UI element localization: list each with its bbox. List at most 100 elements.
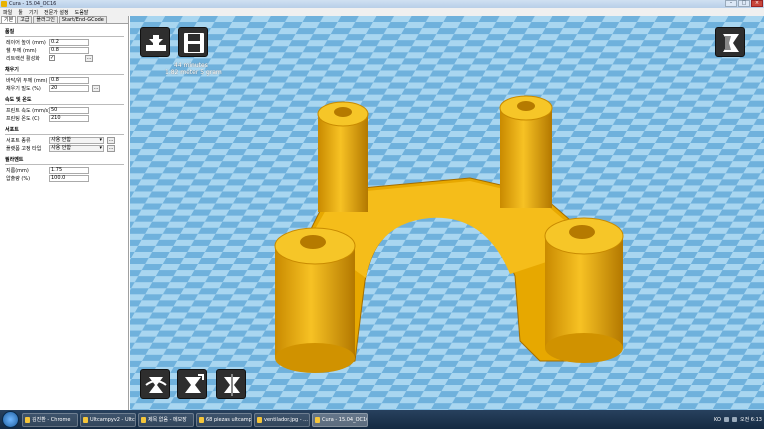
diameter-input[interactable]: 1.75 — [49, 166, 89, 174]
mirror-icon — [224, 374, 240, 396]
layer-height-label: 레이어 높이 (mm) — [6, 39, 46, 46]
window-controls: – □ × — [725, 0, 763, 7]
menu-expert[interactable]: 전문가 설정 — [44, 9, 69, 16]
support-settings-button[interactable]: ... — [107, 136, 115, 144]
adhesion-settings-button[interactable]: ... — [107, 144, 115, 152]
task-ventilador[interactable]: ventilador.jpg - ... — [254, 412, 310, 427]
fill-settings-button[interactable]: ... — [92, 84, 100, 92]
start-button[interactable] — [2, 411, 19, 428]
adhesion-row: 플랫폼 고정 타입 사용 안함 ... — [0, 144, 128, 152]
bottom-top-label: 바닥/위 두께 (mm) — [6, 77, 48, 84]
build-plate-scene — [130, 16, 764, 410]
close-button[interactable]: × — [751, 0, 763, 7]
flow-label: 압출량 (%) — [6, 175, 31, 182]
fill-density-label: 채우기 밀도 (%) — [6, 85, 41, 92]
tab-plugins[interactable]: 플러그인 — [33, 16, 58, 23]
windows-taskbar: 김진환 - Chrome Ultcampyv2 - Ultc... 제목 없음 … — [0, 410, 764, 429]
scale-icon — [185, 374, 204, 393]
section-quality-title: 품질 — [5, 29, 15, 35]
retraction-checkbox[interactable]: ✓ — [49, 55, 55, 61]
task-notepad[interactable]: 제목 없음 - 메모장 — [138, 412, 194, 427]
minimize-button[interactable]: – — [725, 0, 737, 7]
mirror-button[interactable] — [216, 369, 246, 399]
tab-advanced[interactable]: 고급 — [17, 16, 33, 23]
model-pillar-front-left-hole — [300, 235, 326, 249]
model-pillar-back-left-hole — [334, 107, 352, 117]
shell-label: 쉘 두께 (mm) — [6, 47, 37, 54]
layer-height-input[interactable]: 0.2 — [49, 38, 89, 46]
estimate-time: 44 minutes — [174, 62, 208, 69]
task-piezas[interactable]: 68 piezas ultcamp... — [196, 412, 252, 427]
model-pillar-front-left-bottom — [275, 343, 355, 373]
shell-input[interactable]: 0.8 — [49, 46, 89, 54]
section-filament-title: 필라멘트 — [5, 157, 24, 163]
section-speed-title: 속도 및 온도 — [5, 97, 32, 103]
section-support-title: 서포트 — [5, 127, 19, 133]
menu-help[interactable]: 도움말 — [75, 9, 89, 16]
fill-density-row: 채우기 밀도 (%) 20 ... — [0, 84, 128, 92]
language-indicator[interactable]: KO — [714, 417, 721, 423]
divider — [5, 104, 124, 105]
adhesion-select[interactable]: 사용 안함 — [49, 144, 104, 152]
settings-tabs: 기본 고급 플러그인 Start/End-GCode — [0, 16, 128, 24]
maximize-button[interactable]: □ — [738, 0, 750, 7]
menu-file[interactable]: 파일 — [3, 9, 12, 16]
save-gcode-button[interactable] — [178, 27, 208, 57]
network-icon[interactable] — [723, 417, 729, 422]
fill-density-input[interactable]: 20 — [49, 84, 89, 92]
system-tray: KO 오전 6:13 — [714, 410, 762, 429]
print-temp-input[interactable]: 210 — [49, 114, 89, 122]
divider — [5, 164, 124, 165]
task-cura[interactable]: Cura - 15.04_OC16 — [312, 412, 368, 427]
bottom-top-input[interactable]: 0.8 — [49, 76, 89, 84]
diameter-label: 지름(mm) — [6, 167, 29, 174]
clock[interactable]: 오전 6:13 — [740, 416, 762, 423]
support-type-row: 서포트 종류 사용 안함 ... — [0, 136, 128, 144]
print-temp-row: 프린팅 온도 (C) 210 — [0, 114, 128, 122]
adhesion-label: 플랫폼 고정 타입 — [6, 145, 42, 152]
save-icon — [184, 33, 204, 53]
flow-input[interactable]: 100.0 — [49, 174, 89, 182]
print-speed-row: 프린트 속도 (mm/s) 50 — [0, 106, 128, 114]
volume-icon[interactable] — [731, 417, 737, 422]
menu-bar: 파일 툴 기기 전문가 설정 도움말 — [0, 8, 764, 16]
print-estimate: 44 minutes 1.82 meter 5 gram — [165, 62, 222, 76]
3d-viewport[interactable]: 44 minutes 1.82 meter 5 gram — [130, 16, 764, 410]
bottom-top-row: 바닥/위 두께 (mm) 0.8 — [0, 76, 128, 84]
window-title: Cura - 15.04_OC16 — [9, 1, 57, 7]
task-ultcamp[interactable]: Ultcampyv2 - Ultc... — [80, 412, 136, 427]
rotate-button[interactable] — [140, 369, 170, 399]
tab-gcode[interactable]: Start/End-GCode — [58, 16, 107, 23]
scale-button[interactable] — [177, 369, 207, 399]
view-mode-icon — [723, 34, 739, 52]
retraction-label: 리트랙션 활성화 — [6, 55, 40, 62]
support-type-select[interactable]: 사용 안함 — [49, 136, 104, 144]
model-pillar-back-right-hole — [517, 101, 535, 111]
view-mode-button[interactable] — [715, 27, 745, 57]
diameter-row: 지름(mm) 1.75 — [0, 166, 128, 174]
model-pillar-back-left — [318, 114, 368, 212]
support-type-label: 서포트 종류 — [6, 137, 31, 144]
flow-row: 압출량 (%) 100.0 — [0, 174, 128, 182]
print-temp-label: 프린팅 온도 (C) — [6, 115, 40, 122]
model-pillar-front-right-hole — [569, 225, 595, 239]
divider — [5, 36, 124, 37]
print-speed-input[interactable]: 50 — [49, 106, 89, 114]
model-pillar-front-right-bottom — [545, 333, 623, 363]
menu-machine[interactable]: 기기 — [29, 9, 38, 16]
load-icon — [146, 35, 166, 51]
menu-tools[interactable]: 툴 — [18, 9, 23, 16]
load-model-button[interactable] — [140, 27, 170, 57]
divider — [5, 74, 124, 75]
task-chrome[interactable]: 김진환 - Chrome — [22, 412, 78, 427]
estimate-material: 1.82 meter 5 gram — [165, 69, 222, 76]
model-pillar-back-right — [500, 108, 552, 208]
divider — [5, 134, 124, 135]
print-speed-label: 프린트 속도 (mm/s) — [6, 107, 49, 114]
cura-app-icon — [1, 1, 7, 7]
tab-basic[interactable]: 기본 — [1, 16, 17, 23]
rotate-icon — [145, 377, 167, 393]
section-fill-title: 채우기 — [5, 67, 19, 73]
retraction-row: 리트랙션 활성화 ✓ ... — [0, 54, 128, 62]
retraction-settings-button[interactable]: ... — [85, 54, 93, 62]
